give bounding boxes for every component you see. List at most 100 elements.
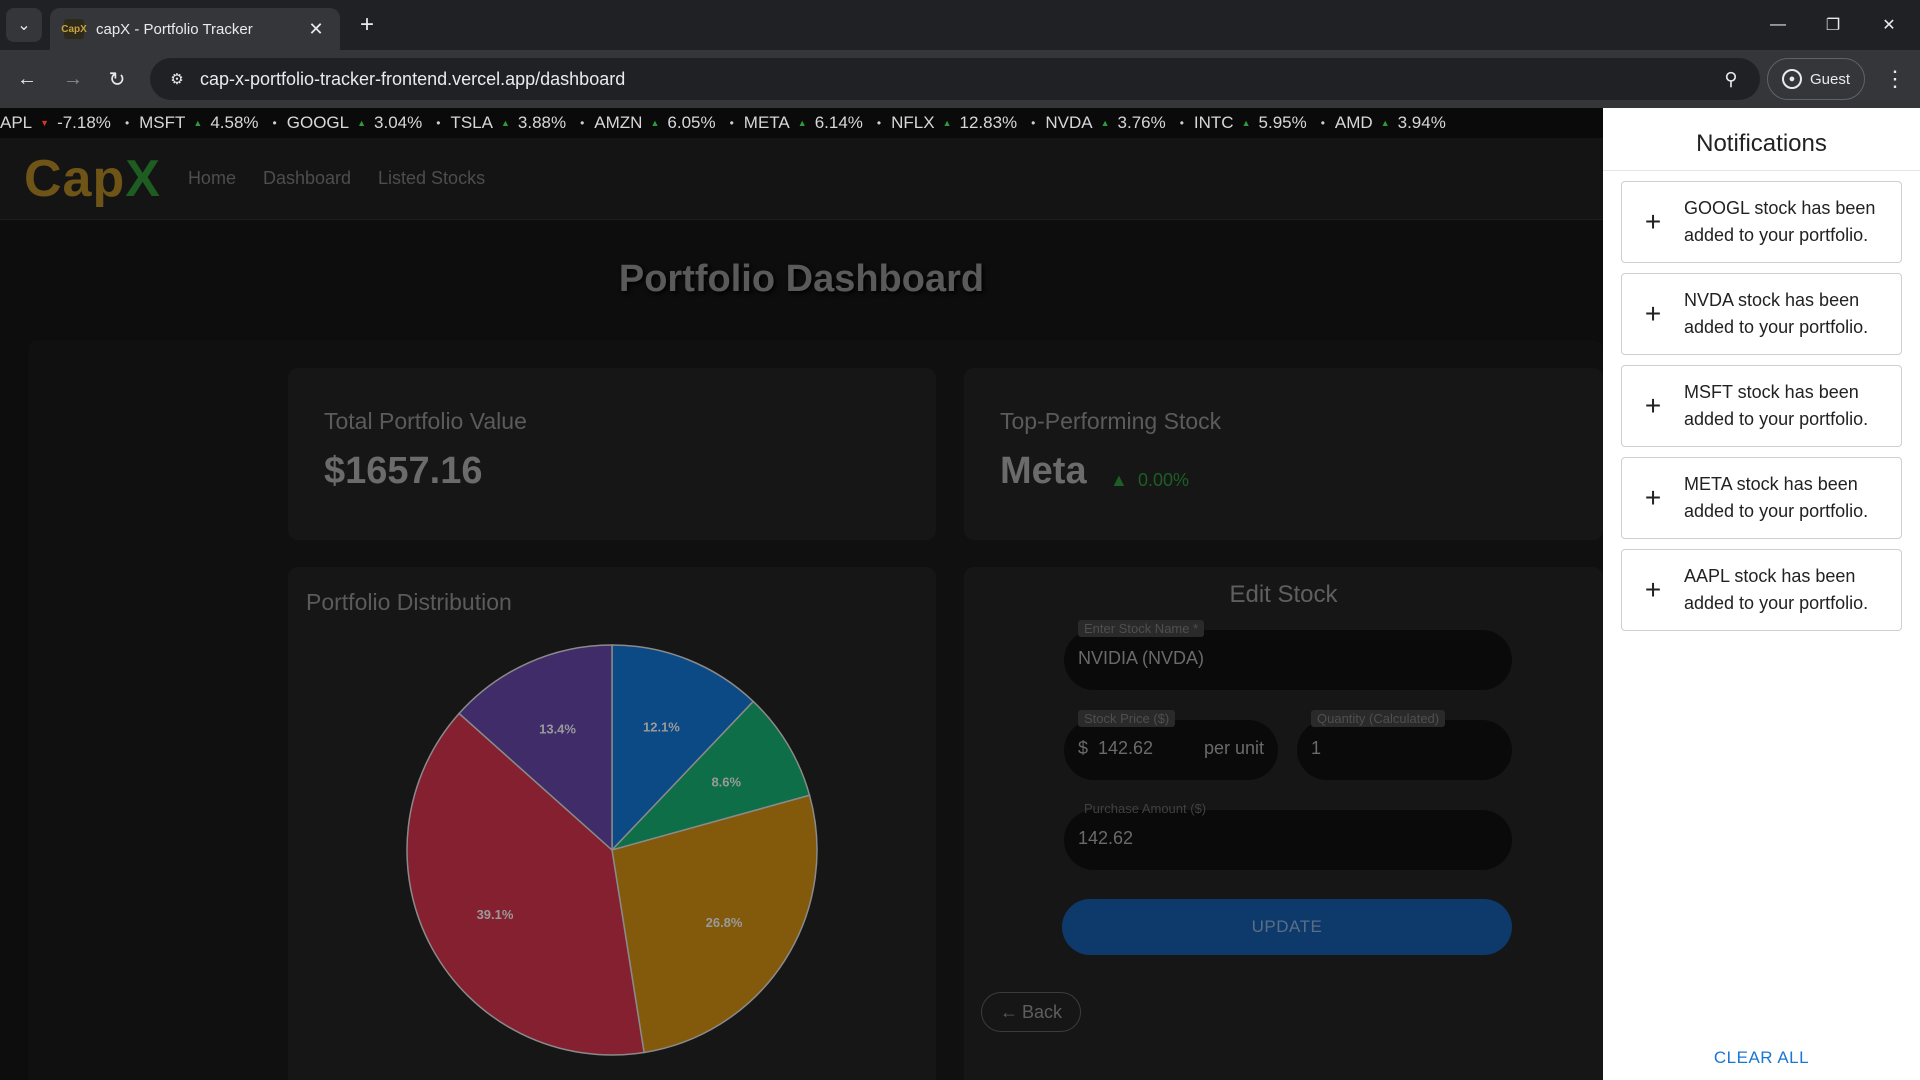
new-tab-button[interactable]: + [352,10,382,40]
bullet-icon: • [1031,116,1036,130]
ticker-change: -7.18% [57,113,111,132]
total-value-label: Total Portfolio Value [324,408,527,434]
plus-icon: + [1644,390,1662,421]
close-tab-icon[interactable]: ✕ [306,19,326,40]
browser-tab-strip: ⌄ CapX capX - Portfolio Tracker ✕ + — ❐ … [0,0,1920,50]
minimize-button[interactable]: — [1755,10,1801,40]
ticker-symbol: TSLA [450,113,493,132]
clear-all-button[interactable]: CLEAR ALL [1603,1048,1920,1068]
reload-button[interactable]: ↻ [100,62,134,96]
ticker-change: 3.94% [1397,113,1446,132]
plus-icon: + [1644,206,1662,237]
ticker-item: • AMD ▲ 3.94% [1321,113,1446,133]
top-stock-label: Top-Performing Stock [1000,408,1222,434]
notification-item[interactable]: + AAPL stock has been added to your portf… [1621,549,1902,631]
notification-item[interactable]: + META stock has been added to your portf… [1621,457,1902,539]
quantity-field[interactable]: Quantity (Calculated) 1 [1297,710,1512,780]
bullet-icon: • [1320,116,1325,130]
logo-accent: X [125,149,161,208]
ticker-symbol: INTC [1193,113,1234,132]
bullet-icon: • [436,116,441,130]
forward-nav-button[interactable]: → [56,62,90,96]
ticker-item: • GOOGL ▲ 3.04% [273,113,423,133]
zoom-icon[interactable]: ⚲ [1716,69,1746,90]
stock-price-value[interactable]: 142.62 [1098,738,1153,759]
top-stock-name: Meta [1000,450,1087,492]
trend-up-icon: ▲ [1110,470,1128,490]
ticker-item: APL ▼ -7.18% [0,113,111,133]
notification-item[interactable]: + NVDA stock has been added to your portf… [1621,273,1902,355]
restore-button[interactable]: ❐ [1810,10,1856,40]
ticker-change: 3.88% [517,113,567,132]
arrow-down-icon: ▼ [40,118,50,128]
arrow-up-icon: ▲ [357,118,367,128]
stock-price-field[interactable]: Stock Price ($) $ 142.62 per unit [1064,710,1278,780]
url-text[interactable]: cap-x-portfolio-tracker-frontend.vercel.… [200,69,1716,90]
nav-link-listed-stocks[interactable]: Listed Stocks [378,168,485,189]
logo-text: Cap [24,149,126,208]
notifications-title: Notifications [1696,130,1827,157]
more-vert-icon: ⋮ [1884,66,1906,91]
quantity-value[interactable]: 1 [1311,738,1321,759]
plus-icon: + [1644,482,1662,513]
stock-price-label: Stock Price ($) [1078,710,1176,727]
back-nav-button[interactable]: ← [10,62,44,96]
purchase-amount-value[interactable]: 142.62 [1078,828,1133,849]
ticker-change: 3.76% [1117,113,1166,132]
plus-icon: + [1644,574,1662,605]
ticker-item: • INTC ▲ 5.95% [1180,113,1307,133]
arrow-up-icon: ▲ [797,118,807,128]
ticker-symbol: NFLX [891,113,935,132]
notification-text: NVDA stock has been added to your portfo… [1684,290,1869,337]
nav-link-home[interactable]: Home [188,168,236,189]
total-value-card: Total Portfolio Value $1657.16 [288,368,936,540]
ticker-symbol: MSFT [139,113,186,132]
reload-icon: ↻ [108,68,126,91]
notification-item[interactable]: + MSFT stock has been added to your portf… [1621,365,1902,447]
nav-link-dashboard[interactable]: Dashboard [263,168,351,189]
ticker-item: • TSLA ▲ 3.88% [436,113,566,133]
profile-icon: ● [1781,69,1802,89]
ticker-item: • AMZN ▲ 6.05% [580,113,716,133]
notification-item[interactable]: + GOOGL stock has been added to your port… [1621,181,1902,263]
profile-label: Guest [1809,70,1851,88]
arrow-up-icon: ▲ [500,118,510,128]
arrow-right-icon: → [63,67,83,90]
address-bar[interactable]: ⚙ cap-x-portfolio-tracker-frontend.verce… [150,58,1760,100]
stock-name-value[interactable]: NVIDIA (NVDA) [1078,648,1204,669]
ticker-symbol: META [743,113,790,132]
browser-menu-button[interactable]: ⋮ [1880,62,1910,96]
chevron-down-icon: ⌄ [17,17,31,34]
browser-tab[interactable]: CapX capX - Portfolio Tracker ✕ [50,8,340,50]
back-button[interactable]: ← Back [981,992,1081,1032]
plus-icon: + [359,11,374,38]
notification-text: META stock has been added to your portfo… [1684,474,1869,521]
drawer-divider [1603,170,1920,171]
arrow-up-icon: ▲ [193,118,203,128]
arrow-left-icon: ← [17,67,37,90]
tab-title: capX - Portfolio Tracker [96,20,253,38]
ticker-change: 6.05% [667,113,716,132]
update-button[interactable]: UPDATE [1062,899,1512,955]
ticker-item: • META ▲ 6.14% [730,113,863,133]
stock-name-label: Enter Stock Name * [1078,620,1205,637]
ticker-change: 4.58% [210,113,259,132]
ticker-change: 12.83% [959,113,1018,132]
site-info-icon[interactable]: ⚙ [164,66,190,92]
app-navbar: CapX Home Dashboard Listed Stocks [0,138,1603,220]
capx-logo[interactable]: CapX [24,149,161,209]
tab-search-button[interactable]: ⌄ [6,8,42,42]
ticker-item: • NVDA ▲ 3.76% [1031,113,1166,133]
pie-slice-label: 26.8% [706,915,743,930]
ticker-item: • MSFT ▲ 4.58% [125,113,259,133]
page-title: Portfolio Dashboard [618,258,985,300]
stock-name-field[interactable]: Enter Stock Name * NVIDIA (NVDA) [1064,620,1512,690]
close-window-button[interactable]: ✕ [1866,10,1912,40]
ticker-change: 6.14% [814,113,863,132]
profile-button[interactable]: ● Guest [1767,58,1865,100]
favicon-icon: CapX [61,19,87,39]
purchase-amount-field[interactable]: Purchase Amount ($) 142.62 [1064,801,1512,870]
ticker-symbol: AMD [1334,113,1373,132]
plus-icon: + [1644,298,1662,329]
edit-stock-title: Edit Stock [1229,581,1338,608]
